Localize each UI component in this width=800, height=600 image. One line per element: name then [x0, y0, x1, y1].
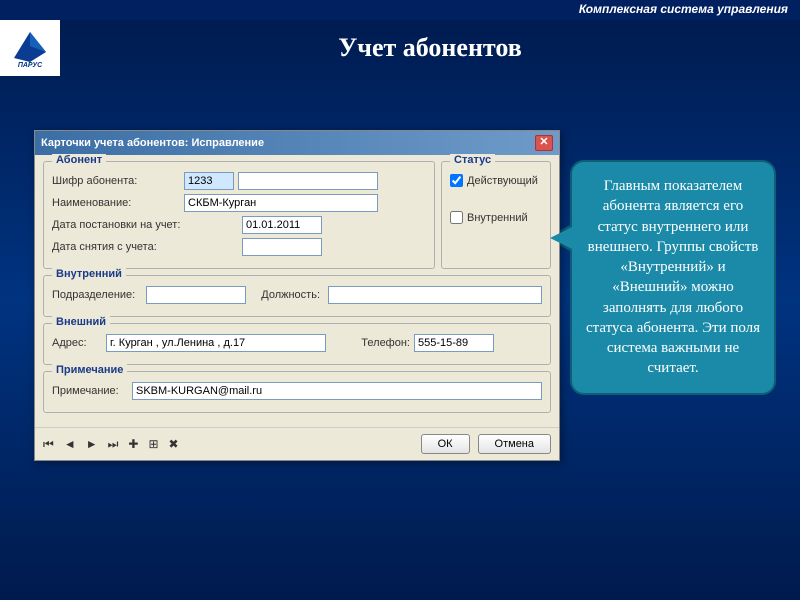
group-note: Примечание Примечание:: [43, 371, 551, 413]
nav-prev-icon[interactable]: ◄: [64, 437, 76, 452]
reg-date-input[interactable]: [242, 216, 322, 234]
position-input[interactable]: [328, 286, 542, 304]
system-banner: Комплексная система управления: [0, 0, 800, 20]
group-status-legend: Статус: [450, 154, 495, 166]
dialog-title: Карточки учета абонентов: Исправление: [41, 137, 264, 149]
cancel-button[interactable]: Отмена: [478, 434, 551, 454]
copy-icon[interactable]: ⊞: [148, 437, 158, 452]
nav-icons: ⏮ ◄ ► ⏭ ✚ ⊞ ✖: [43, 437, 179, 452]
group-note-legend: Примечание: [52, 364, 127, 376]
name-input[interactable]: [184, 194, 378, 212]
code-input[interactable]: [184, 172, 234, 190]
code-input-2[interactable]: [238, 172, 378, 190]
address-input[interactable]: [106, 334, 326, 352]
group-abonent: Абонент Шифр абонента: Наименование: Дат…: [43, 161, 435, 269]
logo-text: ПАРУС: [18, 62, 42, 69]
dialog-titlebar: Карточки учета абонентов: Исправление ✕: [35, 131, 559, 155]
dept-label: Подразделение:: [52, 289, 142, 301]
internal-label: Внутренний: [467, 212, 528, 224]
note-label: Примечание:: [52, 385, 128, 397]
position-label: Должность:: [250, 289, 320, 301]
nav-next-icon[interactable]: ►: [86, 437, 98, 452]
nav-last-icon[interactable]: ⏭: [108, 437, 119, 452]
internal-checkbox[interactable]: [450, 211, 463, 224]
close-icon: ✕: [539, 136, 548, 148]
ok-button[interactable]: ОК: [421, 434, 470, 454]
dept-input[interactable]: [146, 286, 246, 304]
address-label: Адрес:: [52, 337, 102, 349]
info-callout: Главным показателем абонента является ег…: [570, 160, 776, 395]
active-checkbox-row[interactable]: Действующий: [450, 174, 542, 187]
logo: ПАРУС: [0, 20, 60, 76]
edit-dialog: Карточки учета абонентов: Исправление ✕ …: [34, 130, 560, 461]
page-title: Учет абонентов: [60, 33, 800, 63]
dereg-date-input[interactable]: [242, 238, 322, 256]
internal-checkbox-row[interactable]: Внутренний: [450, 211, 542, 224]
button-bar: ⏮ ◄ ► ⏭ ✚ ⊞ ✖ ОК Отмена: [35, 427, 559, 460]
phone-input[interactable]: [414, 334, 494, 352]
group-internal-legend: Внутренний: [52, 268, 126, 280]
dereg-date-label: Дата снятия с учета:: [52, 241, 238, 253]
delete-icon[interactable]: ✖: [169, 437, 179, 452]
active-label: Действующий: [467, 175, 538, 187]
code-label: Шифр абонента:: [52, 175, 180, 187]
active-checkbox[interactable]: [450, 174, 463, 187]
group-abonent-legend: Абонент: [52, 154, 106, 166]
group-external: Внешний Адрес: Телефон:: [43, 323, 551, 365]
group-status: Статус Действующий Внутренний: [441, 161, 551, 269]
add-icon[interactable]: ✚: [128, 437, 138, 452]
close-button[interactable]: ✕: [535, 135, 553, 151]
note-input[interactable]: [132, 382, 542, 400]
group-internal: Внутренний Подразделение: Должность:: [43, 275, 551, 317]
name-label: Наименование:: [52, 197, 180, 209]
nav-first-icon[interactable]: ⏮: [43, 437, 54, 452]
group-external-legend: Внешний: [52, 316, 110, 328]
reg-date-label: Дата постановки на учет:: [52, 219, 238, 231]
phone-label: Телефон:: [330, 337, 410, 349]
logo-icon: [10, 28, 50, 64]
page-header: ПАРУС Учет абонентов: [0, 20, 800, 76]
